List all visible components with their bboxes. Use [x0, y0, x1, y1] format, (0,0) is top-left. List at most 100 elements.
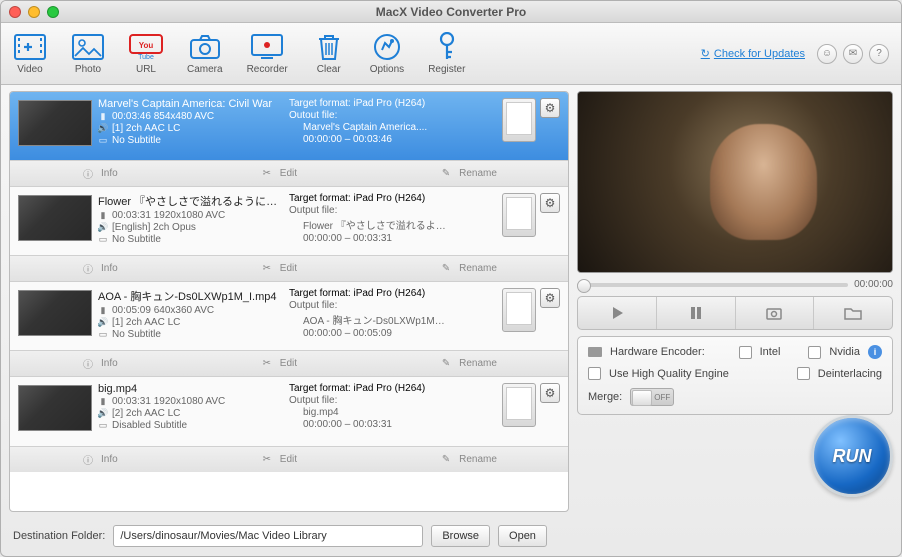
pause-icon	[689, 306, 703, 320]
item-settings-button[interactable]: ⚙	[540, 98, 560, 118]
edit-action[interactable]: ✂Edit	[260, 262, 297, 276]
time-range: 00:00:00 – 00:03:31	[303, 419, 392, 430]
deinterlace-checkbox[interactable]	[797, 367, 810, 380]
item-settings-button[interactable]: ⚙	[540, 383, 560, 403]
browse-button[interactable]: Browse	[431, 525, 490, 547]
edit-action[interactable]: ✂Edit	[260, 167, 297, 181]
encoder-options: Hardware Encoder: Intel Nvidia i Use Hig…	[577, 336, 893, 415]
info-action[interactable]: ⓘInfo	[81, 262, 118, 276]
info-action[interactable]: ⓘInfo	[81, 357, 118, 371]
playback-slider[interactable]	[577, 283, 848, 287]
edit-action[interactable]: ✂Edit	[260, 357, 297, 371]
mail-button[interactable]: ✉	[843, 44, 863, 64]
run-button[interactable]: RUN	[811, 415, 893, 497]
mail-icon: ✉	[849, 48, 857, 59]
toolbar-label: Photo	[75, 64, 101, 75]
content-area: Marvel's Captain America: Civil War ▮00:…	[1, 85, 901, 516]
rename-action[interactable]: ✎Rename	[439, 357, 497, 371]
queue-item[interactable]: AOA - 胸キュン-Ds0LXWp1M_I.mp4 ▮00:05:09 640…	[10, 282, 568, 377]
info-circle-icon: ⓘ	[81, 357, 95, 371]
video-preview[interactable]	[577, 91, 893, 273]
toolbar-label: Register	[428, 64, 465, 75]
help-button[interactable]: ?	[869, 44, 889, 64]
time-range: 00:00:00 – 00:03:46	[303, 134, 392, 145]
preview-pane: 00:00:00 Hardware Encoder: Intel Nvidia	[577, 91, 893, 512]
edit-action[interactable]: ✂Edit	[260, 453, 297, 467]
main-toolbar: Video Photo YouTube URL Camera Recorder …	[1, 23, 901, 85]
clip-icon: ▮	[98, 306, 108, 316]
merge-toggle[interactable]: OFF	[630, 388, 674, 406]
duration-resolution: 00:03:31 1920x1080 AVC	[112, 396, 225, 407]
output-file-name: Marvel's Captain America....	[303, 122, 427, 133]
info-circle-icon: ⓘ	[81, 262, 95, 276]
target-device-icon	[502, 98, 536, 142]
camera-icon	[188, 32, 222, 62]
scissors-icon: ✂	[260, 167, 274, 181]
audio-icon: 🔊	[98, 223, 108, 233]
audio-track: [1] 2ch AAC LC	[112, 123, 180, 134]
time-range: 00:00:00 – 00:05:09	[303, 328, 392, 339]
hq-checkbox[interactable]	[588, 367, 601, 380]
queue-item[interactable]: Marvel's Captain America: Civil War ▮00:…	[10, 92, 568, 187]
toolbar-clear[interactable]: Clear	[312, 32, 346, 75]
info-action[interactable]: ⓘInfo	[81, 167, 118, 181]
toolbar-options[interactable]: Options	[370, 32, 404, 75]
item-settings-button[interactable]: ⚙	[540, 193, 560, 213]
open-button[interactable]: Open	[498, 525, 547, 547]
clip-icon: ▮	[98, 211, 108, 221]
minimize-window-button[interactable]	[28, 6, 40, 18]
nvidia-checkbox[interactable]	[808, 346, 821, 359]
gear-icon: ⚙	[545, 101, 556, 115]
trash-icon	[312, 32, 346, 62]
destination-path: /Users/dinosaur/Movies/Mac Video Library	[120, 530, 326, 542]
rename-action[interactable]: ✎Rename	[439, 453, 497, 467]
time-range: 00:00:00 – 00:03:31	[303, 233, 392, 244]
close-window-button[interactable]	[9, 6, 21, 18]
output-file-label: Output file:	[289, 205, 337, 216]
info-action[interactable]: ⓘInfo	[81, 453, 118, 467]
toolbar-video[interactable]: Video	[13, 32, 47, 75]
play-button[interactable]	[578, 297, 657, 329]
toolbar-recorder[interactable]: Recorder	[247, 32, 288, 75]
updates-label: Check for Updates	[714, 48, 805, 60]
rename-action[interactable]: ✎Rename	[439, 262, 497, 276]
snapshot-button[interactable]	[736, 297, 815, 329]
intel-checkbox[interactable]	[739, 346, 752, 359]
toolbar-label: Recorder	[247, 64, 288, 75]
audio-icon: 🔊	[98, 124, 108, 134]
queue-item-top: Marvel's Captain America: Civil War ▮00:…	[10, 92, 568, 160]
toolbar-url[interactable]: YouTube URL	[129, 32, 163, 75]
item-settings-button[interactable]: ⚙	[540, 288, 560, 308]
open-folder-button[interactable]	[814, 297, 892, 329]
queue-item[interactable]: big.mp4 ▮00:03:31 1920x1080 AVC 🔊[2] 2ch…	[10, 377, 568, 472]
toolbar-register[interactable]: Register	[428, 32, 465, 75]
destination-path-field[interactable]: /Users/dinosaur/Movies/Mac Video Library	[113, 525, 423, 547]
toolbar-label: URL	[136, 64, 156, 75]
options-icon	[370, 32, 404, 62]
toolbar-camera[interactable]: Camera	[187, 32, 223, 75]
toolbar-photo[interactable]: Photo	[71, 32, 105, 75]
queue-item-actions: ⓘInfo ✂Edit ✎Rename	[10, 255, 568, 281]
video-title: Flower 『やさしさで溢れるように』 [映…	[98, 193, 283, 209]
play-icon	[610, 306, 624, 320]
rename-icon: ✎	[439, 357, 453, 371]
run-label: RUN	[833, 446, 872, 467]
info-icon[interactable]: i	[868, 345, 882, 359]
audio-track: [1] 2ch AAC LC	[112, 317, 180, 328]
target-format: Target format: iPad Pro (H264)	[289, 288, 425, 299]
window-title: MacX Video Converter Pro	[59, 5, 843, 19]
queue-item[interactable]: Flower 『やさしさで溢れるように』 [映… ▮00:03:31 1920x…	[10, 187, 568, 282]
info-circle-icon: ⓘ	[81, 167, 95, 181]
account-button[interactable]: ☺	[817, 44, 837, 64]
subtitle-icon: ▭	[98, 421, 108, 431]
pause-button[interactable]	[657, 297, 736, 329]
info-circle-icon: ⓘ	[81, 453, 95, 467]
check-updates-link[interactable]: ↻ Check for Updates	[701, 47, 805, 60]
target-format: Target format: iPad Pro (H264)	[289, 383, 425, 394]
subtitle-track: No Subtitle	[112, 329, 161, 340]
queue-item-actions: ⓘInfo ✂Edit ✎Rename	[10, 446, 568, 472]
queue-item-top: big.mp4 ▮00:03:31 1920x1080 AVC 🔊[2] 2ch…	[10, 377, 568, 446]
zoom-window-button[interactable]	[47, 6, 59, 18]
rename-action[interactable]: ✎Rename	[439, 167, 497, 181]
rename-icon: ✎	[439, 167, 453, 181]
